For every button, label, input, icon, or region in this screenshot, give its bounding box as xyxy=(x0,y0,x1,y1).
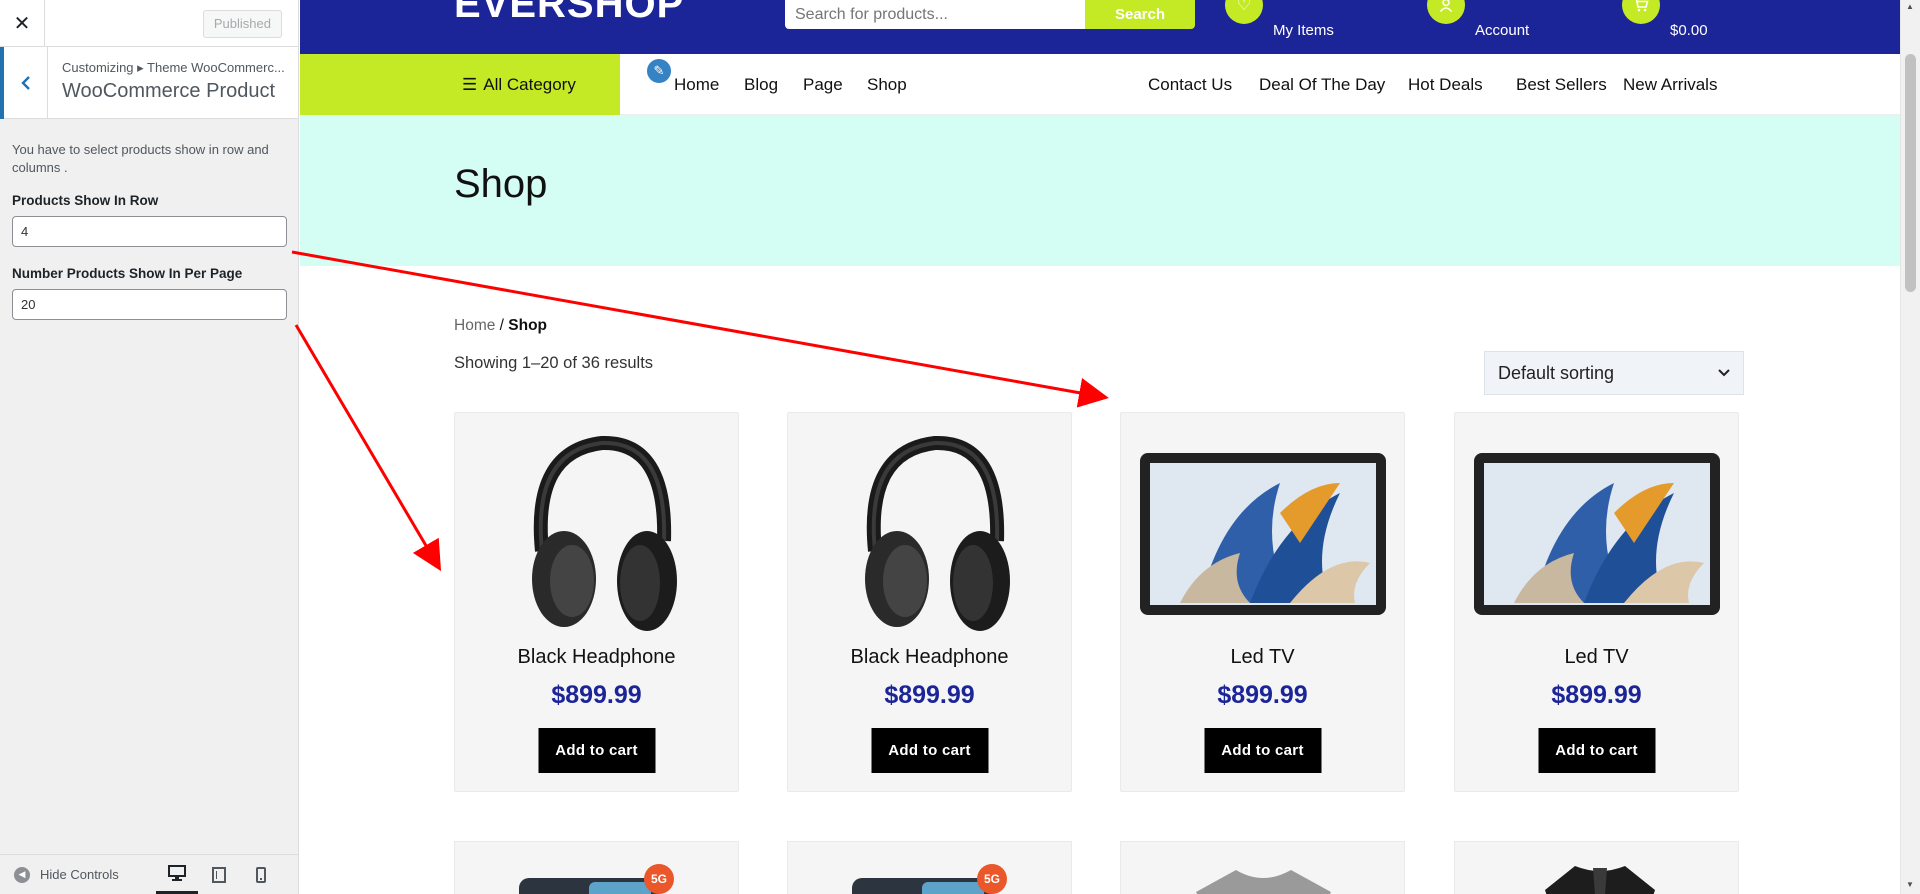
product-card[interactable]: Led TV $899.99 Add to cart xyxy=(1120,412,1405,792)
phone-image xyxy=(852,878,992,894)
tablet-image xyxy=(1139,453,1386,615)
site-header: EVERSHOP Search ♡ My Items Account $0.00 xyxy=(300,0,1900,54)
tablet-image xyxy=(1473,453,1720,615)
mobile-preview-button[interactable] xyxy=(240,855,282,894)
all-category-button[interactable]: ☰ All Category xyxy=(300,54,620,115)
products-per-row-label: Products Show In Row xyxy=(12,193,159,208)
product-card[interactable]: Black Headphone $899.99 Add to cart xyxy=(454,412,739,792)
product-price: $899.99 xyxy=(1551,681,1642,709)
all-category-label: All Category xyxy=(483,74,576,94)
nav-page[interactable]: Page xyxy=(803,54,843,115)
customizer-footer: ◀ Hide Controls xyxy=(0,854,298,894)
jacket-image xyxy=(1545,866,1655,894)
page-title: Shop xyxy=(454,162,548,206)
chevron-down-icon xyxy=(1718,369,1730,377)
product-card[interactable] xyxy=(1454,841,1739,894)
customizer-panel: ✕ Published Customizing ▸ Theme WooComme… xyxy=(0,0,299,894)
products-per-row-input[interactable] xyxy=(12,216,287,247)
customizer-breadcrumb: Customizing ▸ Theme WooCommerc... xyxy=(62,60,285,75)
menu-icon: ☰ xyxy=(462,74,478,94)
products-per-page-input[interactable] xyxy=(12,289,287,320)
product-card[interactable]: Led TV $899.99 Add to cart xyxy=(1454,412,1739,792)
collapse-icon: ◀ xyxy=(14,866,30,883)
page-hero: Shop xyxy=(300,115,1900,266)
scroll-down-icon[interactable]: ▼ xyxy=(1906,880,1914,889)
product-card[interactable]: 5G xyxy=(787,841,1072,894)
product-card[interactable]: 5G xyxy=(454,841,739,894)
add-to-cart-button[interactable]: Add to cart xyxy=(1538,728,1655,773)
add-to-cart-button[interactable]: Add to cart xyxy=(538,728,655,773)
headphone-image xyxy=(531,435,677,631)
section-description: You have to select products show in row … xyxy=(12,142,269,175)
site-logo[interactable]: EVERSHOP xyxy=(454,0,684,27)
products-per-page-label: Number Products Show In Per Page xyxy=(12,266,243,281)
section-title: WooCommerce Product xyxy=(62,80,276,102)
account-link[interactable]: Account xyxy=(1427,0,1529,39)
chevron-left-icon xyxy=(20,76,30,90)
phone-image xyxy=(519,878,659,894)
add-to-cart-button[interactable]: Add to cart xyxy=(1204,728,1321,773)
wishlist-label: My Items xyxy=(1273,22,1334,39)
product-name[interactable]: Black Headphone xyxy=(455,646,738,669)
product-card[interactable] xyxy=(1120,841,1405,894)
search-input[interactable] xyxy=(785,0,1085,29)
heart-icon: ♡ xyxy=(1225,0,1263,24)
nav-shop[interactable]: Shop xyxy=(867,54,907,115)
main-nav: ☰ All Category ✎ Home Blog Page Shop Con… xyxy=(300,54,1900,115)
sort-selected-value: Default sorting xyxy=(1498,362,1615,383)
close-customizer-button[interactable]: ✕ xyxy=(0,0,45,47)
scroll-thumb[interactable] xyxy=(1905,54,1916,292)
sort-select[interactable]: Default sorting xyxy=(1484,351,1744,395)
desktop-preview-button[interactable] xyxy=(156,855,198,894)
tablet-icon xyxy=(212,867,226,883)
back-button[interactable] xyxy=(0,47,48,119)
desktop-icon xyxy=(168,865,186,881)
product-name[interactable]: Led TV xyxy=(1455,646,1738,669)
user-icon xyxy=(1427,0,1465,24)
nav-deal-of-the-day[interactable]: Deal Of The Day xyxy=(1259,54,1385,115)
account-label: Account xyxy=(1475,22,1530,39)
product-price: $899.99 xyxy=(884,681,975,709)
nav-home[interactable]: Home xyxy=(674,54,719,115)
mobile-icon xyxy=(256,867,266,883)
product-name[interactable]: Black Headphone xyxy=(788,646,1071,669)
section-header: Customizing ▸ Theme WooCommerc... WooCom… xyxy=(0,47,298,119)
nav-contact-us[interactable]: Contact Us xyxy=(1148,54,1232,115)
published-button[interactable]: Published xyxy=(202,10,282,38)
product-price: $899.99 xyxy=(1217,681,1308,709)
hide-controls-label: Hide Controls xyxy=(40,867,119,882)
result-count: Showing 1–20 of 36 results xyxy=(454,354,654,372)
hide-controls-button[interactable]: ◀ Hide Controls xyxy=(14,866,119,883)
search-button[interactable]: Search xyxy=(1085,0,1195,29)
nav-hot-deals[interactable]: Hot Deals xyxy=(1408,54,1483,115)
tshirt-image xyxy=(1196,870,1331,894)
breadcrumb-home-link[interactable]: Home xyxy=(454,317,495,334)
product-card[interactable]: Black Headphone $899.99 Add to cart xyxy=(787,412,1072,792)
scroll-up-icon[interactable]: ▲ xyxy=(1906,2,1914,11)
tablet-preview-button[interactable] xyxy=(198,855,240,894)
breadcrumb-separator: / xyxy=(495,317,509,334)
wishlist-link[interactable]: ♡ My Items xyxy=(1225,0,1334,39)
nav-new-arrivals[interactable]: New Arrivals xyxy=(1623,54,1717,115)
customizer-header: ✕ Published xyxy=(0,0,298,47)
search-bar: Search xyxy=(785,0,1195,29)
scrollbar[interactable]: ▲ ▼ xyxy=(1900,0,1920,894)
headphone-image xyxy=(864,435,1010,631)
nav-best-sellers[interactable]: Best Sellers xyxy=(1516,54,1607,115)
product-price: $899.99 xyxy=(551,681,642,709)
add-to-cart-button[interactable]: Add to cart xyxy=(871,728,988,773)
edit-shortcut-pencil-icon[interactable]: ✎ xyxy=(645,57,673,85)
cart-link[interactable]: $0.00 xyxy=(1622,0,1708,39)
nav-blog[interactable]: Blog xyxy=(744,54,778,115)
5g-badge: 5G xyxy=(644,864,674,894)
breadcrumb: Home / Shop xyxy=(454,317,547,335)
breadcrumb-current: Shop xyxy=(508,317,548,334)
cart-icon xyxy=(1622,0,1660,24)
product-name[interactable]: Led TV xyxy=(1121,646,1404,669)
cart-total: $0.00 xyxy=(1670,22,1708,39)
5g-badge: 5G xyxy=(977,864,1007,894)
